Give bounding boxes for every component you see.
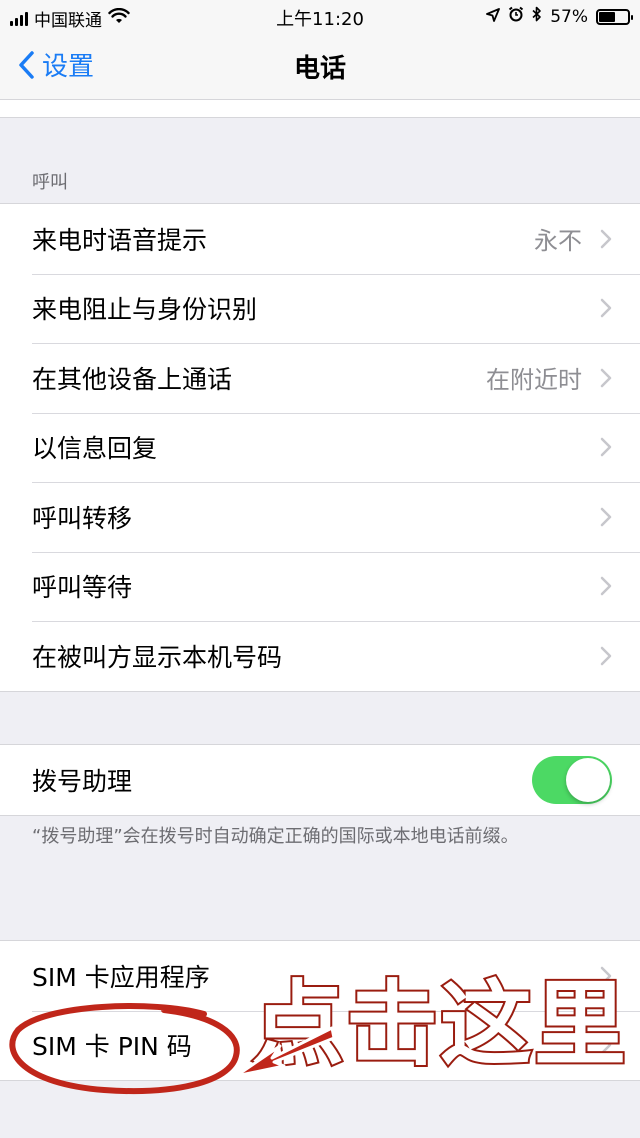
cell-label: 以信息回复 [32,434,158,464]
status-bar: 中国联通 上午11:20 57% [0,0,640,32]
battery-icon [596,8,633,25]
calls-group: 来电时语音提示 永不 来电阻止与身份识别 在其他设备上通话 在附近时 以信息回复… [0,203,640,692]
cell-show-caller-id[interactable]: 在被叫方显示本机号码 [0,621,640,691]
section-header-calls: 呼叫 [32,172,68,193]
cell-announce-calls[interactable]: 来电时语音提示 永不 [0,204,640,274]
bluetooth-icon [532,6,542,27]
chevron-right-icon [600,438,612,457]
cell-label: 呼叫转移 [32,503,133,533]
chevron-right-icon [600,646,612,665]
navigation-bar: 设置 电话 [0,32,640,100]
cell-dial-assist: 拨号助理 [0,745,640,815]
toggle-knob [566,757,610,802]
annotation-arrow [234,1026,336,1078]
dial-assist-toggle[interactable] [532,755,612,804]
cell-label: 在被叫方显示本机号码 [32,642,283,672]
cell-call-blocking[interactable]: 来电阻止与身份识别 [0,273,640,344]
battery-percent: 57% [550,6,588,27]
cell-respond-with-text[interactable]: 以信息回复 [0,412,640,483]
chevron-right-icon [600,229,612,248]
cell-label: 来电阻止与身份识别 [32,295,258,325]
cell-label: 在其他设备上通话 [32,364,233,394]
previous-group-edge [0,100,640,118]
chevron-right-icon [600,507,612,526]
cell-call-waiting[interactable]: 呼叫等待 [0,551,640,622]
cell-label: 拨号助理 [32,766,133,796]
cell-label: 来电时语音提示 [32,225,208,255]
location-icon [486,7,501,27]
dial-assist-footer: “拨号助理”会在拨号时自动确定正确的国际或本地电话前缀。 [32,826,519,847]
annotation-ellipse [9,1003,240,1095]
status-right: 57% [486,6,633,27]
chevron-right-icon [600,577,612,596]
alarm-icon [508,6,524,27]
cell-call-forwarding[interactable]: 呼叫转移 [0,482,640,552]
cell-value: 在附近时 [486,366,582,395]
chevron-right-icon [600,299,612,318]
cell-value: 永不 [534,227,582,256]
cell-calls-other-devices[interactable]: 在其他设备上通话 在附近时 [0,343,640,413]
chevron-right-icon [600,368,612,387]
cell-label: 呼叫等待 [32,573,133,603]
dial-assist-group: 拨号助理 [0,744,640,816]
page-title: 电话 [293,54,346,84]
